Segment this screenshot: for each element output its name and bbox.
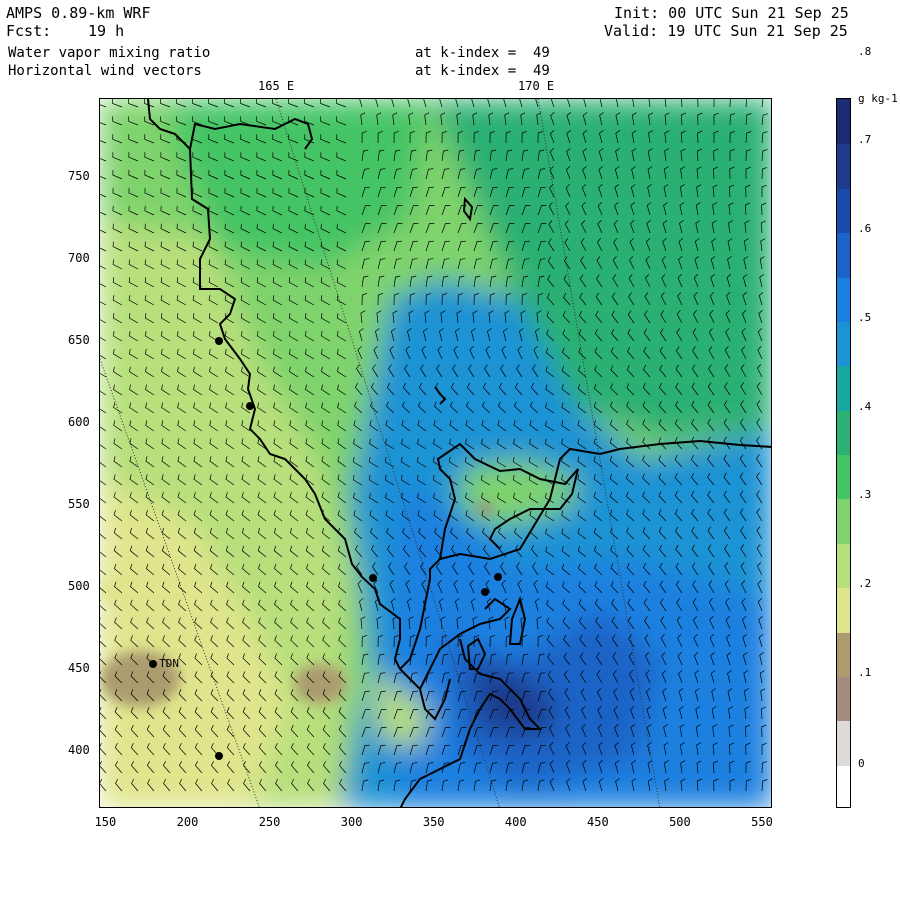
x-tick-label: 150: [94, 815, 117, 829]
y-tick-label: 500: [68, 578, 90, 593]
y-tick-label: 650: [68, 332, 90, 347]
colorbar-label: .4: [858, 399, 872, 413]
colorbar-label: .7: [858, 133, 872, 147]
colorbar-segment: [837, 143, 850, 189]
level-2: at k-index = 49: [415, 63, 550, 79]
y-tick-label: 450: [68, 660, 90, 675]
station-label: TDN: [159, 656, 180, 670]
valid-time: Valid: 19 UTC Sun 21 Sep 25: [604, 22, 848, 40]
map-canvas: [100, 99, 771, 807]
station-marker[interactable]: [480, 587, 489, 596]
y-tick-label: 550: [68, 496, 90, 511]
colorbar-segment: [837, 720, 850, 766]
colorbar-label: .8: [858, 44, 872, 58]
colorbar-segment: [837, 99, 850, 145]
colorbar-segment: [837, 365, 850, 411]
station-marker[interactable]: [214, 336, 223, 345]
colorbar-segment: [837, 276, 850, 322]
station-marker[interactable]: [149, 659, 158, 668]
colorbar-unit: g kg-1: [858, 92, 898, 105]
colorbar-segment: [837, 675, 850, 722]
colorbar-segment: [837, 498, 850, 544]
colorbar-label: .1: [858, 665, 872, 679]
level-1: at k-index = 49: [415, 45, 550, 61]
x-tick-label: 300: [340, 815, 363, 829]
colorbar-segment: [837, 764, 850, 807]
colorbar-label: .2: [858, 577, 872, 591]
colorbar-segment: [837, 542, 850, 589]
colorbar-segment: [837, 587, 850, 633]
y-tick-label: 750: [68, 168, 90, 183]
forecast-label: Fcst:: [6, 22, 52, 40]
station-marker[interactable]: [493, 572, 502, 581]
colorbar-label: 0: [858, 756, 865, 770]
y-tick-label: 600: [68, 414, 90, 429]
station-marker[interactable]: [214, 751, 223, 760]
x-tick-label: 400: [504, 815, 527, 829]
forecast-hour: 19 h: [88, 22, 125, 40]
colorbar-segment: [837, 409, 850, 455]
x-tick-label: 550: [751, 815, 773, 829]
longitude-label-170e: 170 E: [518, 79, 555, 93]
colorbar-segment: [837, 631, 850, 677]
colorbar-label: .5: [858, 310, 872, 324]
colorbar-label: .3: [858, 488, 872, 502]
field-name-2: Horizontal wind vectors: [8, 63, 202, 79]
x-tick-label: 500: [669, 815, 691, 829]
y-tick-label: 400: [68, 742, 90, 757]
x-tick-label: 350: [422, 815, 445, 829]
map-panel[interactable]: [99, 98, 772, 808]
x-tick-label: 250: [258, 815, 281, 829]
x-tick-label: 200: [176, 815, 199, 829]
init-time: Init: 00 UTC Sun 21 Sep 25: [614, 4, 849, 22]
colorbar-segment: [837, 320, 850, 367]
field-name-1: Water vapor mixing ratio: [8, 45, 211, 61]
colorbar-segment: [837, 454, 850, 500]
colorbar-label: .6: [858, 222, 872, 236]
colorbar: [836, 98, 851, 808]
longitude-label-165e: 165 E: [258, 79, 295, 93]
y-tick-label: 700: [68, 250, 90, 265]
colorbar-segment: [837, 232, 850, 278]
colorbar-segment: [837, 187, 850, 234]
model-title: AMPS 0.89-km WRF: [6, 4, 151, 22]
x-tick-label: 450: [587, 815, 609, 829]
